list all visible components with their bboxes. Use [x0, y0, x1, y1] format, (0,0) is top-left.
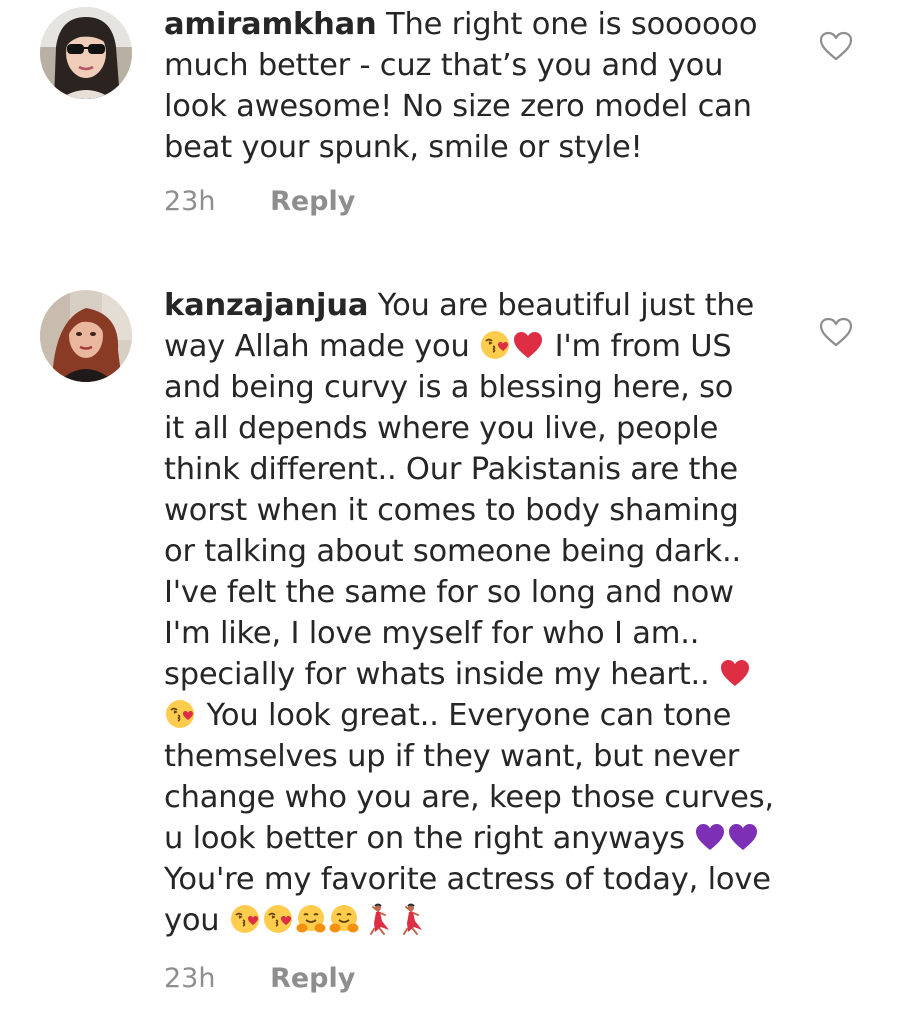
dancing-woman-emoji: [361, 903, 393, 935]
dancing-woman-emoji: [394, 903, 426, 935]
comment-text-segment: I'm from US and being curvy is a blessin…: [164, 329, 741, 692]
kissing-heart-emoji: [479, 329, 511, 361]
kissing-heart-emoji: [229, 903, 261, 935]
kissing-heart-emoji: [262, 903, 294, 935]
comment-username[interactable]: amiramkhan: [164, 7, 377, 42]
comment-text: kanzajanjua You are beautiful just the w…: [164, 285, 804, 941]
comment-body: You are beautiful just the way Allah mad…: [164, 288, 774, 938]
heart-outline-icon[interactable]: [818, 30, 854, 62]
comment-timestamp: 23h: [164, 186, 216, 217]
red-heart-emoji: [719, 657, 751, 689]
kissing-heart-emoji: [164, 698, 196, 730]
avatar[interactable]: [40, 7, 132, 99]
reply-button[interactable]: Reply: [270, 186, 355, 217]
purple-heart-emoji: [694, 821, 726, 853]
comment-username[interactable]: kanzajanjua: [164, 288, 368, 323]
hugging-face-emoji: [328, 903, 360, 935]
reply-button[interactable]: Reply: [270, 963, 355, 994]
comment-meta: 23h Reply: [164, 963, 355, 994]
comment-text: amiramkhan The right one is soooooo much…: [164, 4, 804, 168]
comment-text-segment: You look great.. Everyone can tone thems…: [164, 698, 774, 856]
purple-heart-emoji: [727, 821, 759, 853]
comment-timestamp: 23h: [164, 963, 216, 994]
red-heart-emoji: [512, 329, 544, 361]
hugging-face-emoji: [295, 903, 327, 935]
heart-outline-icon[interactable]: [818, 316, 854, 348]
comment-meta: 23h Reply: [164, 186, 355, 217]
avatar[interactable]: [40, 290, 132, 382]
